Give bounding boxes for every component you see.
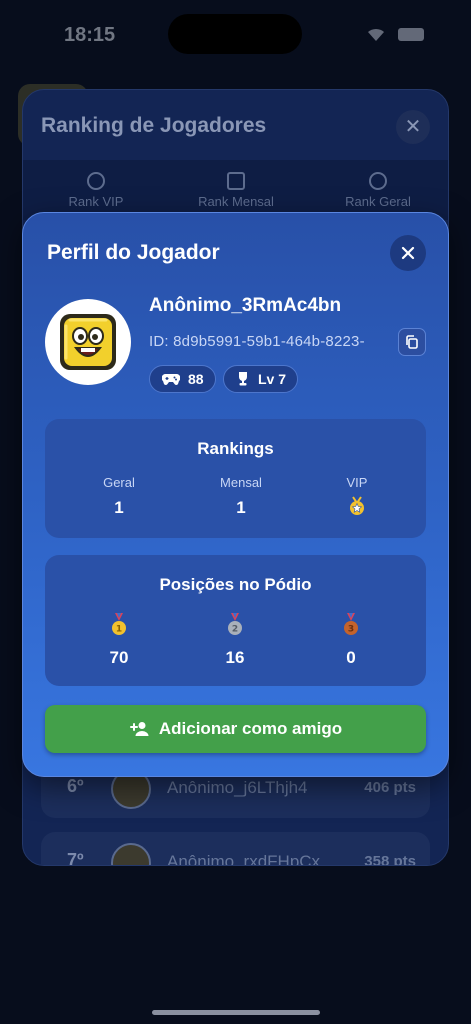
add-person-icon [129, 722, 149, 736]
podium-silver-value: 16 [225, 648, 245, 667]
silver-medal-icon: 2 [228, 613, 242, 635]
row-rank: 6º [67, 776, 84, 796]
player-profile-modal: Perfil do Jogador Anônimo_3RmAc4bn ID: 8… [22, 212, 449, 777]
gamepad-icon [162, 373, 180, 386]
gold-medal-icon: 1 [112, 613, 126, 635]
rank-geral-value: 1 [114, 498, 124, 517]
calendar-icon [227, 172, 245, 190]
rankings-title: Rankings [197, 439, 274, 458]
podium-bronze: 3 0 [291, 613, 411, 668]
rank-vip-label: VIP [346, 475, 368, 490]
player-name: Anônimo_3RmAc4bn [149, 295, 342, 316]
games-played-badge: 88 [149, 365, 216, 393]
tab-rank-geral[interactable]: Rank Geral [323, 172, 433, 209]
tab-rank-vip[interactable]: Rank VIP [41, 172, 151, 209]
status-bar: 18:15 [0, 0, 471, 62]
rank-vip: VIP [297, 475, 417, 521]
globe-icon [369, 172, 387, 190]
add-friend-button[interactable]: Adicionar como amigo [45, 705, 426, 753]
rank-mensal-label: Mensal [220, 475, 262, 490]
add-friend-label: Adicionar como amigo [158, 719, 343, 738]
row-points: 358 pts [364, 853, 416, 866]
dynamic-island [168, 14, 302, 54]
podium-gold-value: 70 [109, 648, 129, 667]
vip-medal-icon [350, 496, 364, 515]
row-name: Anônimo_j6LThjh4 [167, 778, 308, 797]
podium-panel: Posições no Pódio 1 70 2 16 3 0 [45, 555, 426, 686]
level-badge: Lv 7 [223, 365, 299, 393]
podium-gold: 1 70 [59, 613, 179, 668]
player-id: ID: 8d9b5991-59b1-464b-8223- [149, 333, 365, 350]
rank-geral-label: Geral [103, 475, 135, 490]
modal-title: Perfil do Jogador [47, 241, 220, 264]
player-avatar [45, 299, 131, 385]
games-count: 88 [188, 371, 204, 387]
bronze-medal-icon: 3 [344, 613, 358, 635]
podium-title: Posições no Pódio [159, 575, 312, 594]
podium-bronze-value: 0 [346, 648, 356, 667]
avatar [111, 843, 151, 865]
medal-icon [87, 172, 105, 190]
ranking-modal-title: Ranking de Jogadores [41, 114, 267, 137]
trophy-icon [239, 372, 247, 386]
ranking-tabs: Rank VIP Rank Mensal Rank Geral [23, 160, 448, 220]
yellow-cube-face-icon [60, 314, 116, 370]
rankings-panel: Rankings Geral 1 Mensal 1 VIP [45, 419, 426, 538]
row-name: Anônimo_rxdFHpCx [167, 852, 321, 866]
row-points: 406 pts [364, 779, 416, 796]
copy-icon [406, 335, 418, 349]
close-icon [401, 246, 415, 260]
row-rank: 7º [67, 850, 84, 866]
svg-text:2: 2 [232, 625, 238, 635]
svg-text:1: 1 [116, 625, 122, 635]
podium-silver: 2 16 [175, 613, 295, 668]
svg-text:3: 3 [348, 625, 354, 635]
ranking-row[interactable]: 7º Anônimo_rxdFHpCx 358 pts [41, 832, 430, 866]
copy-id-button[interactable] [398, 328, 426, 356]
status-time: 18:15 [64, 24, 116, 46]
rank-mensal: Mensal 1 [181, 475, 301, 518]
ranking-close-button[interactable]: ✕ [396, 110, 430, 144]
tab-rank-mensal[interactable]: Rank Mensal [181, 172, 291, 209]
home-indicator[interactable] [152, 1010, 320, 1015]
close-button[interactable] [390, 235, 426, 271]
battery-icon [398, 28, 424, 41]
rank-mensal-value: 1 [236, 498, 246, 517]
wifi-icon [368, 28, 384, 41]
level-value: Lv 7 [258, 371, 287, 387]
rank-geral: Geral 1 [59, 475, 179, 518]
